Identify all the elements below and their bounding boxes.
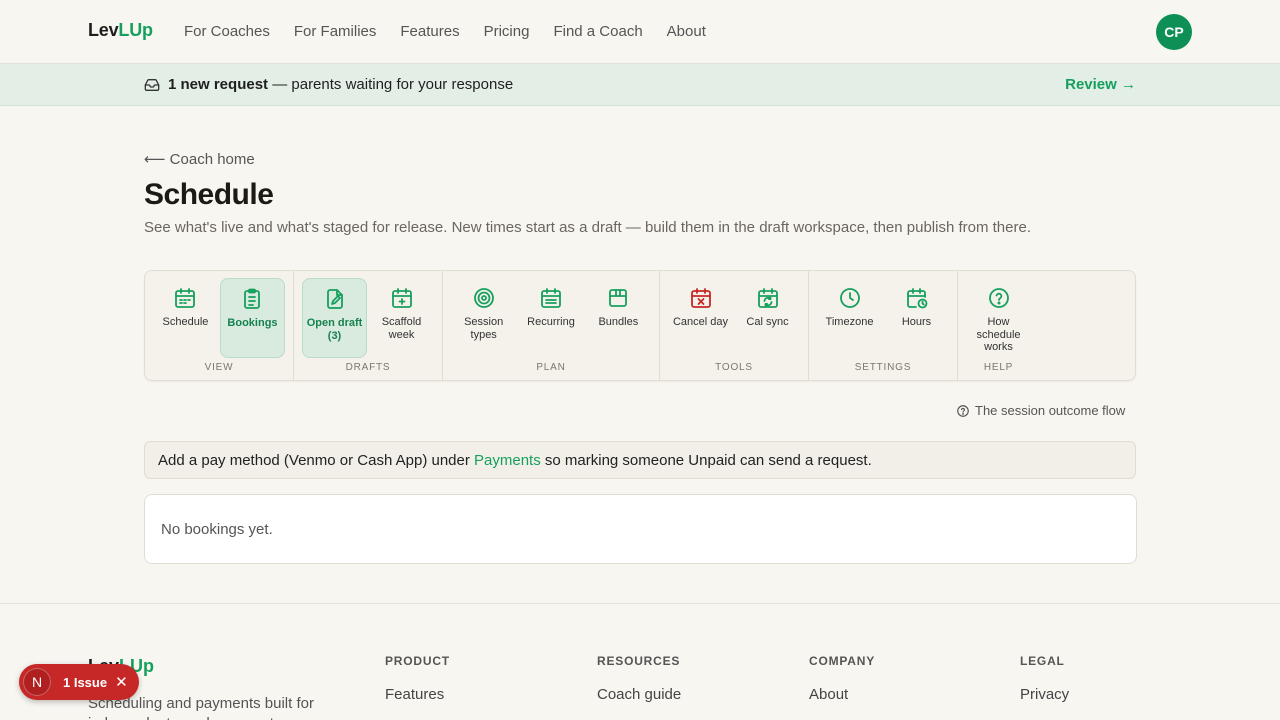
toolbar-scaffold-week-button[interactable]: Scaffold week	[369, 278, 434, 358]
toolbar-group-tools: Cancel day Cal sync TOOLS	[660, 271, 809, 380]
nav-item-features[interactable]: Features	[400, 23, 459, 40]
toolbar-cancel-day-button[interactable]: Cancel day	[668, 278, 733, 358]
calendar-icon	[175, 288, 196, 308]
nav-item-find-a-coach[interactable]: Find a Coach	[553, 23, 642, 40]
toolbar-group-label: DRAFTS	[345, 362, 391, 373]
help-circle-icon	[957, 404, 969, 417]
toolbar-group-label: VIEW	[204, 362, 234, 373]
inbox-icon	[144, 79, 160, 91]
footer: LevLUp Scheduling and payments built for…	[0, 603, 1280, 720]
target-icon	[473, 288, 494, 308]
toolbar-group-label: TOOLS	[715, 362, 753, 373]
edit-document-icon	[326, 289, 343, 309]
nav-item-pricing[interactable]: Pricing	[484, 23, 530, 40]
nav-item-about[interactable]: About	[667, 23, 706, 40]
calendar-plus-icon	[391, 288, 412, 308]
pay-method-notice: Add a pay method (Venmo or Cash App) und…	[144, 441, 1136, 479]
footer-link-about[interactable]: About	[809, 686, 875, 703]
issue-count: 1 Issue	[63, 674, 108, 690]
nav-links: For Coaches For Families Features Pricin…	[184, 23, 706, 40]
toolbar-cal-sync-button[interactable]: Cal sync	[735, 278, 800, 358]
close-icon[interactable]: ✕	[115, 673, 128, 691]
toolbar-recurring-button[interactable]: Recurring	[518, 278, 583, 358]
back-link-coach-home[interactable]: ⟵ Coach home	[144, 150, 255, 168]
top-nav: LevLUp For Coaches For Families Features…	[0, 0, 1280, 64]
toolbar-schedule-button[interactable]: Schedule	[153, 278, 218, 358]
payments-link[interactable]: Payments	[474, 452, 541, 469]
toolbar-timezone-button[interactable]: Timezone	[817, 278, 882, 358]
session-outcome-flow-link[interactable]: The session outcome flow	[956, 403, 1125, 418]
toolbar-open-draft-button[interactable]: Open draft (3)	[302, 278, 368, 358]
calendar-clock-icon	[906, 288, 927, 309]
issues-badge[interactable]: N 1 Issue ✕	[19, 664, 139, 700]
empty-bookings-text: No bookings yet.	[161, 521, 273, 538]
toolbar-group-drafts: Open draft (3) Scaffold week DRAFTS	[294, 271, 443, 380]
bookings-card: No bookings yet.	[144, 494, 1137, 564]
toolbar-hours-button[interactable]: Hours	[884, 278, 949, 358]
dev-avatar: N	[23, 668, 51, 696]
toolbar-group-label: PLAN	[536, 362, 566, 373]
package-icon	[609, 289, 628, 307]
review-link[interactable]: Review →	[1065, 76, 1136, 93]
toolbar-group-label: SETTINGS	[854, 362, 912, 373]
toolbar-session-types-button[interactable]: Session types	[451, 278, 516, 358]
toolbar-how-schedule-works-button[interactable]: How schedule works	[966, 278, 1031, 358]
help-circle-icon	[988, 288, 1009, 308]
calendar-x-icon	[690, 288, 711, 308]
toolbar-group-label: HELP	[983, 362, 1014, 373]
nav-item-for-coaches[interactable]: For Coaches	[184, 23, 270, 40]
schedule-toolbar: Schedule Bookings VIEW Open draft (3) Sc…	[144, 270, 1136, 381]
footer-link-features[interactable]: Features	[385, 686, 450, 703]
footer-col-resources: RESOURCES Coach guide	[597, 654, 682, 703]
calendar-grid-icon	[541, 288, 561, 308]
request-banner: 1 new request — parents waiting for your…	[0, 64, 1280, 106]
toolbar-group-view: Schedule Bookings VIEW	[145, 271, 294, 380]
page-title: Schedule	[144, 178, 274, 211]
footer-link-privacy[interactable]: Privacy	[1020, 686, 1069, 703]
page-subtitle: See what's live and what's staged for re…	[144, 219, 1031, 236]
banner-text: 1 new request — parents waiting for your…	[168, 76, 514, 93]
toolbar-bookings-button[interactable]: Bookings	[219, 278, 285, 358]
footer-link-coach-guide[interactable]: Coach guide	[597, 686, 681, 703]
footer-col-product: PRODUCT Features	[385, 654, 450, 703]
clipboard-icon	[244, 288, 261, 309]
logo[interactable]: LevLUp	[88, 20, 153, 41]
toolbar-group-settings: Timezone Hours SETTINGS	[809, 271, 958, 380]
calendar-sync-icon	[757, 288, 778, 308]
nav-item-for-families[interactable]: For Families	[294, 23, 377, 40]
footer-col-legal: LEGAL Privacy	[1020, 654, 1070, 703]
footer-col-company: COMPANY About	[809, 654, 876, 703]
avatar[interactable]: CP	[1156, 14, 1192, 50]
toolbar-group-help: How schedule works HELP	[958, 271, 1039, 380]
toolbar-bundles-button[interactable]: Bundles	[586, 278, 651, 358]
toolbar-group-plan: Session types Recurring Bundles PLAN	[443, 271, 660, 380]
clock-icon	[839, 288, 860, 308]
